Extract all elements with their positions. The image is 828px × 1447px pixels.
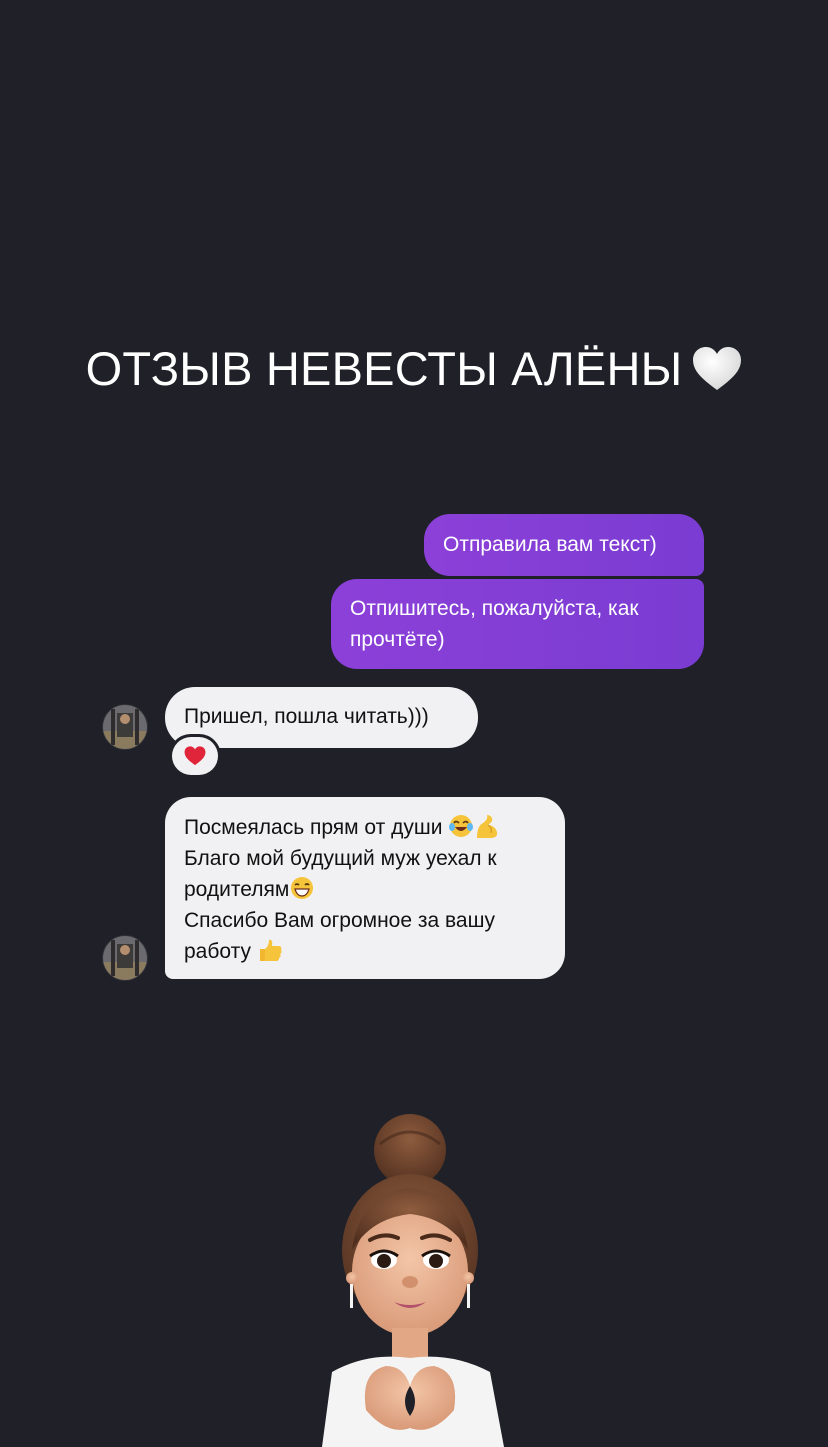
message-line: Посмеялась прям от души	[184, 812, 549, 843]
message-text: Благо мой будущий муж уехал к	[184, 847, 497, 870]
red-heart-icon	[184, 746, 206, 766]
white-heart-icon	[693, 346, 742, 390]
avatar[interactable]	[103, 936, 147, 980]
avatar[interactable]	[103, 705, 147, 749]
message-text: Отправила вам текст)	[443, 533, 657, 556]
avatar-photo-icon	[103, 705, 147, 749]
thumbs-up-emoji-icon	[259, 939, 282, 961]
message-text: Пришел, пошла читать)))	[184, 705, 429, 728]
message-line: работу	[184, 936, 549, 967]
outgoing-message[interactable]: Отправила вам текст)	[424, 514, 704, 576]
story-title: ОТЗЫВ НЕВЕСТЫ АЛЁНЫ	[0, 338, 828, 400]
avatar-photo-icon	[103, 936, 147, 980]
message-text: Посмеялась прям от души	[184, 816, 443, 839]
message-line: родителям	[184, 874, 549, 905]
tears-of-joy-emoji-icon	[449, 815, 474, 837]
memoji-heart-hands-sticker-icon	[322, 1114, 504, 1447]
incoming-message[interactable]: Посмеялась прям от души Благо мой будущи…	[165, 797, 565, 979]
message-text: родителям	[184, 878, 290, 901]
message-text: Спасибо Вам огромное за вашу	[184, 909, 495, 932]
flexed-biceps-emoji-icon	[477, 815, 498, 838]
grinning-face-emoji-icon	[291, 877, 314, 899]
message-text: прочтёте)	[350, 628, 445, 651]
outgoing-message[interactable]: Отпишитесь, пожалуйста, как прочтёте)	[331, 579, 704, 669]
message-text: работу	[184, 940, 251, 963]
message-reaction[interactable]	[172, 737, 218, 775]
story-title-text: ОТЗЫВ НЕВЕСТЫ АЛЁНЫ	[85, 342, 683, 395]
incoming-message[interactable]: Пришел, пошла читать)))	[165, 687, 478, 748]
message-text: Отпишитесь, пожалуйста, как	[350, 597, 639, 620]
